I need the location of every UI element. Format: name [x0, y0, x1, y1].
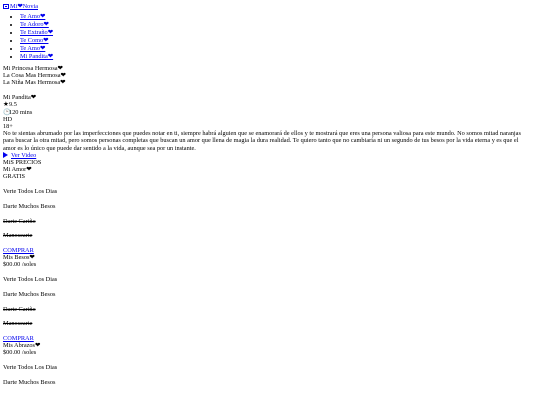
plan-feature-excluded: Manosearte — [3, 232, 33, 240]
plan-card: Mi Amor❤ GRATIS Verte Todos Los Dias Dar… — [3, 166, 537, 254]
nav-link-mi-pandita[interactable]: Mi Pandita❤ — [20, 53, 53, 60]
plan-feature: Verte Todos Los Dias — [3, 276, 58, 284]
plan-card: Mis Besos❤ $00.00 /soles Verte Todos Los… — [3, 254, 537, 342]
logo-icon — [3, 4, 9, 9]
quality-badge: HD — [3, 115, 13, 123]
nav-item: Te Amo❤ — [20, 13, 537, 21]
buy-button[interactable]: COMPRAR — [3, 247, 537, 254]
plan-price: GRATIS — [3, 173, 26, 181]
play-icon — [3, 151, 8, 158]
nav-link-te-como[interactable]: Te Como❤ — [20, 37, 48, 44]
plan-feature-excluded: Darte Cariño — [3, 217, 36, 225]
watch-video-label: Ver Video — [11, 151, 37, 159]
nav-link-te-adoro[interactable]: Te Adoro❤ — [20, 21, 49, 28]
movie-section: Mi Pandita❤ ★9.5 🕒120 mins HD 18+ No te … — [3, 94, 537, 159]
plan-feature: Darte Muchos Besos — [3, 290, 56, 298]
watch-video-link[interactable]: Ver Video — [3, 151, 537, 159]
brand-name: Mi❤Novia — [10, 3, 39, 10]
age-badge: 18+ — [3, 123, 13, 131]
page: Mi❤Novia Te Amo❤ Te Adoro❤ Te Extraño❤ T… — [0, 0, 540, 386]
nav-item: Te Como❤ — [20, 37, 537, 45]
nav-item: Mi Pandita❤ — [20, 53, 537, 61]
nav-item: Te Adoro❤ — [20, 21, 537, 29]
plan-name: Mis Besos❤ — [3, 254, 35, 262]
movie-title: Mi Pandita❤ — [3, 94, 37, 102]
plan-name: Mi Amor❤ — [3, 166, 32, 174]
rating-row: ★9.5 — [3, 101, 537, 108]
main-nav: Te Amo❤ Te Adoro❤ Te Extraño❤ Te Como❤ T… — [3, 13, 537, 60]
nav-item: Te Extraño❤ — [20, 29, 537, 37]
nav-link-te-amo-2[interactable]: Te Amo❤ — [20, 45, 45, 52]
plan-feature-excluded: Darte Cariño — [3, 305, 36, 313]
buy-button[interactable]: COMPRAR — [3, 335, 537, 342]
duration-value: 120 mins — [9, 108, 33, 116]
hero-line: Mi Princesa Hermosa❤ — [3, 64, 63, 72]
plan-feature: Verte Todos Los Dias — [3, 364, 58, 372]
plan-price: $00.00 /soles — [3, 261, 37, 269]
nav-link-te-extrano[interactable]: Te Extraño❤ — [20, 29, 53, 36]
plan-feature: Darte Muchos Besos — [3, 202, 56, 210]
nav-link-te-amo[interactable]: Te Amo❤ — [20, 13, 45, 20]
rating-value: 9.5 — [9, 101, 17, 109]
pricing-section: MiS PRECIOS Mi Amor❤ GRATIS Verte Todos … — [3, 159, 537, 386]
hero-line: La Niña Mas Hermosa❤ — [3, 79, 66, 87]
movie-description: No te sientas abrumado por las imperfecc… — [3, 130, 521, 152]
hero-section: Mi Princesa Hermosa❤ La Cosa Mas Hermosa… — [3, 65, 537, 87]
plan-feature-excluded: Manosearte — [3, 320, 33, 328]
plan-feature: Darte Muchos Besos — [3, 378, 56, 386]
plan-price: $00.00 /soles — [3, 349, 37, 357]
plan-feature: Verte Todos Los Dias — [3, 188, 58, 196]
plan-name: Mis Abrazos❤ — [3, 342, 41, 350]
pricing-heading: MiS PRECIOS — [3, 159, 42, 167]
nav-item: Te Amo❤ — [20, 45, 537, 53]
brand-logo-link[interactable]: Mi❤Novia — [3, 3, 537, 10]
plan-card: Mis Abrazos❤ $00.00 /soles Verte Todos L… — [3, 342, 537, 386]
hero-line: La Cosa Mas Hermosa❤ — [3, 71, 66, 79]
duration-row: 🕒120 mins — [3, 109, 537, 116]
